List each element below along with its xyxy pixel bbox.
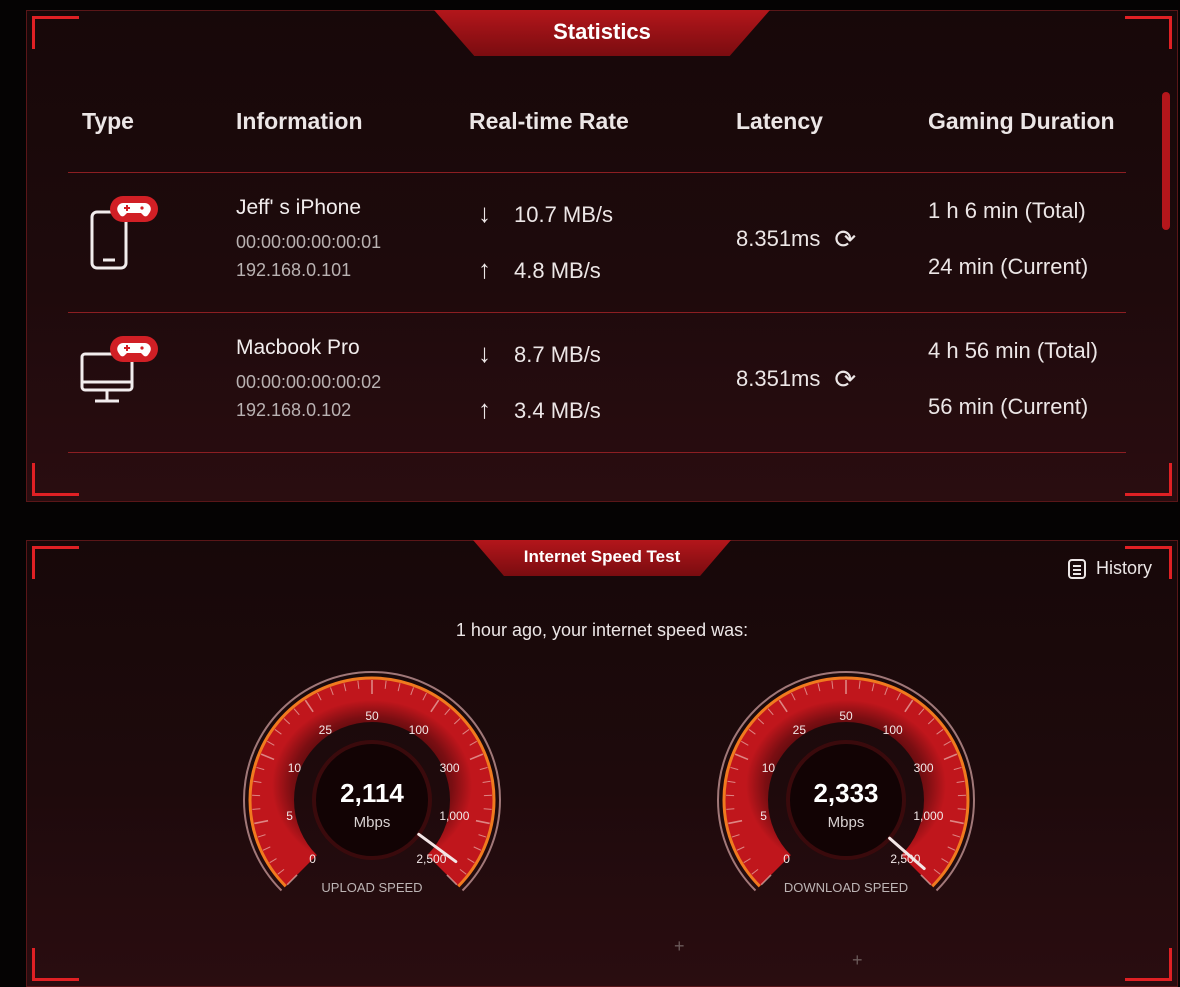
download-rate-value: 8.7 MB/s	[514, 342, 601, 367]
device-ip: 192.168.0.102	[236, 400, 352, 420]
table-row[interactable]: Jeff' s iPhone 00:00:00:00:00:01 192.168…	[26, 174, 1178, 312]
latency: 8.351ms ⟳	[736, 364, 856, 395]
gauge-tick-label: 100	[882, 723, 903, 738]
latency-value: 8.351ms	[736, 366, 821, 391]
device-mac: 00:00:00:00:00:02	[236, 372, 382, 392]
download-rate: ↓ 8.7 MB/s	[478, 338, 601, 369]
phone-gamepad-icon	[76, 194, 162, 274]
download-rate: ↓ 10.7 MB/s	[478, 198, 613, 229]
column-header-latency: Latency	[736, 108, 823, 134]
gauge-tick-label: 50	[839, 709, 853, 723]
speed-test-note: 1 hour ago, your internet speed was:	[455, 620, 749, 640]
history-button[interactable]: History	[1067, 558, 1152, 579]
gauge-tick-label: 1,000	[913, 809, 944, 824]
decoration-plus: +	[852, 950, 863, 970]
upload-rate-value: 3.4 MB/s	[514, 398, 601, 423]
column-header-information: Information	[236, 108, 363, 134]
arrow-down-icon: ↓	[478, 198, 491, 228]
duration-total: 4 h 56 min (Total)	[928, 338, 1098, 363]
upload-speed-gauge: 2,114 Mbps UPLOAD SPEED 0 5 10 25 50 100 300 1,…	[232, 660, 512, 900]
history-icon	[1067, 558, 1086, 579]
download-speed-value: 2,333	[813, 778, 879, 808]
arrow-down-icon: ↓	[478, 338, 491, 368]
arrow-up-icon: ↑	[478, 254, 491, 284]
column-header-type: Type	[82, 108, 134, 134]
gauge-tick-label: 5	[760, 809, 767, 824]
speed-test-panel: Internet Speed Test History 1 hour ago, …	[26, 540, 1178, 987]
download-rate-value: 10.7 MB/s	[514, 202, 614, 227]
corner-accent	[1125, 463, 1172, 496]
gauge-tick-label: 50	[365, 709, 379, 723]
gauge-tick-label: 5	[286, 809, 293, 824]
download-speed-label: DOWNLOAD SPEED	[783, 880, 909, 895]
corner-accent	[32, 463, 79, 496]
latency-value: 8.351ms	[736, 226, 821, 251]
refresh-icon[interactable]: ⟳	[834, 224, 856, 255]
device-mac: 00:00:00:00:00:01	[236, 232, 382, 252]
gauge-tick-label: 10	[761, 760, 776, 775]
row-divider	[68, 172, 1126, 173]
corner-accent	[32, 16, 79, 49]
latency: 8.351ms ⟳	[736, 224, 856, 255]
download-speed-unit: Mbps	[827, 814, 865, 831]
upload-rate: ↑ 3.4 MB/s	[478, 394, 601, 425]
upload-rate: ↑ 4.8 MB/s	[478, 254, 601, 285]
gauge-tick-label: 300	[913, 760, 934, 775]
gauge-tick-label: 0	[309, 852, 316, 867]
row-divider	[68, 312, 1126, 313]
arrow-up-icon: ↑	[478, 394, 491, 424]
desktop-gamepad-icon	[76, 334, 162, 414]
table-row[interactable]: Macbook Pro 00:00:00:00:00:02 192.168.0.…	[26, 314, 1178, 452]
gauge-tick-label: 100	[408, 723, 429, 738]
upload-speed-value: 2,114	[340, 778, 404, 808]
gauge-tick-label: 25	[792, 723, 807, 738]
corner-accent	[32, 948, 79, 981]
device-name: Macbook Pro	[236, 336, 360, 359]
device-name: Jeff' s iPhone	[236, 196, 362, 219]
gauge-tick-label: 300	[439, 760, 460, 775]
column-header-duration: Gaming Duration	[928, 108, 1115, 134]
corner-accent	[1125, 16, 1172, 49]
corner-accent	[32, 546, 79, 579]
statistics-panel: Statistics Type Information Real-time Ra…	[26, 10, 1178, 502]
upload-speed-unit: Mbps	[353, 814, 391, 831]
refresh-icon[interactable]: ⟳	[834, 364, 856, 395]
upload-rate-value: 4.8 MB/s	[514, 258, 601, 283]
device-ip: 192.168.0.101	[236, 260, 352, 280]
duration-current: 56 min (Current)	[928, 394, 1089, 419]
upload-speed-label: UPLOAD SPEED	[321, 880, 423, 895]
decoration-plus: +	[674, 936, 685, 956]
duration-total: 1 h 6 min (Total)	[928, 198, 1086, 223]
corner-accent	[1125, 948, 1172, 981]
scrollbar[interactable]	[1162, 92, 1170, 230]
download-speed-gauge: 2,333 Mbps DOWNLOAD SPEED 0 5 10 25 50 100 300…	[706, 660, 986, 900]
panel-border	[26, 540, 1178, 987]
gauge-tick-label: 1,000	[439, 809, 470, 824]
gauge-tick-label: 0	[783, 852, 790, 867]
gauge-tick-label: 2,500	[890, 852, 921, 867]
row-divider	[68, 452, 1126, 453]
speed-test-title: Internet Speed Test	[473, 540, 731, 576]
duration-current: 24 min (Current)	[928, 254, 1089, 279]
gauge-tick-label: 10	[287, 760, 302, 775]
gauge-tick-label: 25	[318, 723, 333, 738]
statistics-title: Statistics	[434, 10, 770, 56]
column-header-rate: Real-time Rate	[469, 108, 629, 134]
history-label: History	[1095, 558, 1152, 578]
gauge-tick-label: 2,500	[416, 852, 447, 867]
